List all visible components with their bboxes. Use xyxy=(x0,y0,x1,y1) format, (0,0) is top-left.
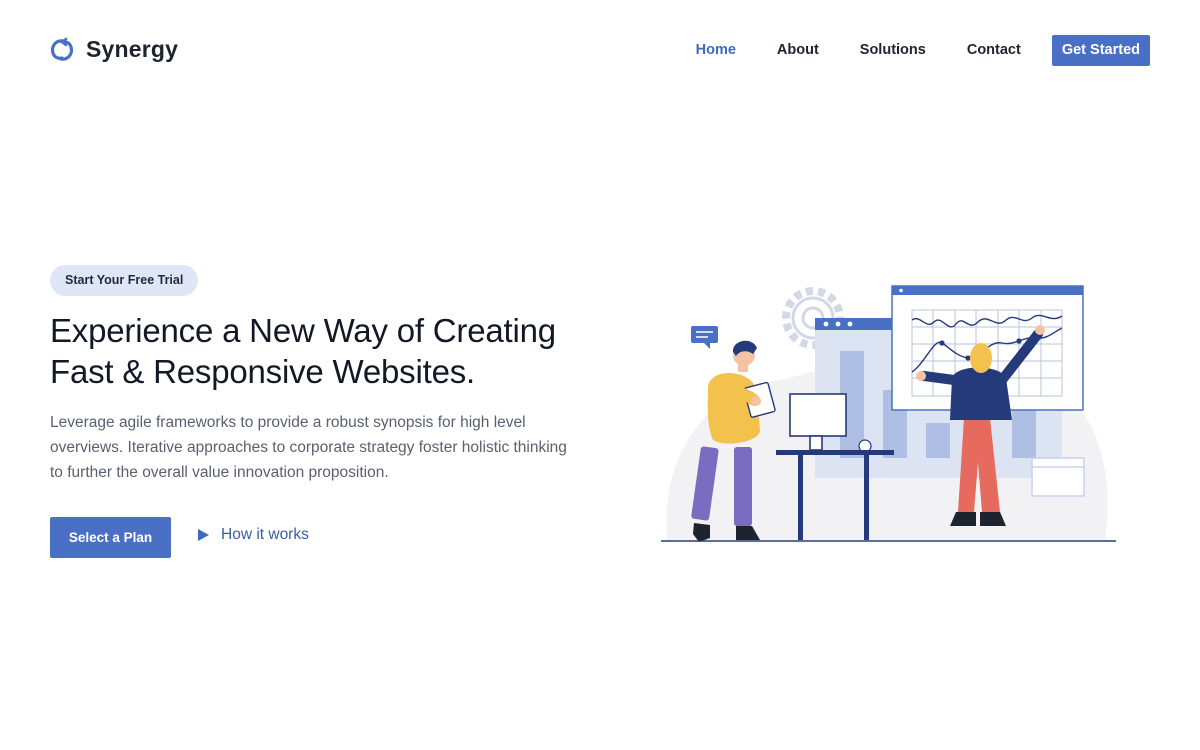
team-analytics-illustration xyxy=(661,285,1116,542)
nav-item-contact[interactable]: Contact xyxy=(967,42,1021,58)
get-started-button[interactable]: Get Started xyxy=(1051,34,1150,66)
select-plan-button[interactable]: Select a Plan xyxy=(50,517,171,558)
nav-item-home[interactable]: Home xyxy=(696,42,736,58)
description-line: to further the overall value innovation … xyxy=(50,464,389,481)
headline-line: Experience a New Way of Creating xyxy=(50,312,556,349)
free-trial-badge[interactable]: Start Your Free Trial xyxy=(50,265,199,296)
hero-headline: Experience a New Way of Creating Fast & … xyxy=(50,310,610,392)
nav-item-solutions[interactable]: Solutions xyxy=(860,42,926,58)
brand-logo[interactable]: Synergy xyxy=(50,36,178,63)
swirl-logo-icon xyxy=(50,37,74,61)
chat-bubble-icon xyxy=(691,326,718,349)
how-it-works-label: How it works xyxy=(221,526,309,543)
nav-item-about[interactable]: About xyxy=(777,42,819,58)
site-header: Synergy Home About Solutions Contact Get… xyxy=(0,0,1200,100)
description-line: overviews. Iterative approaches to corpo… xyxy=(50,439,567,456)
how-it-works-link[interactable]: How it works xyxy=(197,526,309,544)
headline-line: Fast & Responsive Websites. xyxy=(50,353,476,390)
description-line: Leverage agile frameworks to provide a r… xyxy=(50,414,526,431)
hero-description: Leverage agile frameworks to provide a r… xyxy=(50,410,590,485)
brand-name: Synergy xyxy=(86,36,179,62)
play-icon xyxy=(198,529,209,541)
main-nav: Home About Solutions Contact Get Started xyxy=(696,34,1150,66)
